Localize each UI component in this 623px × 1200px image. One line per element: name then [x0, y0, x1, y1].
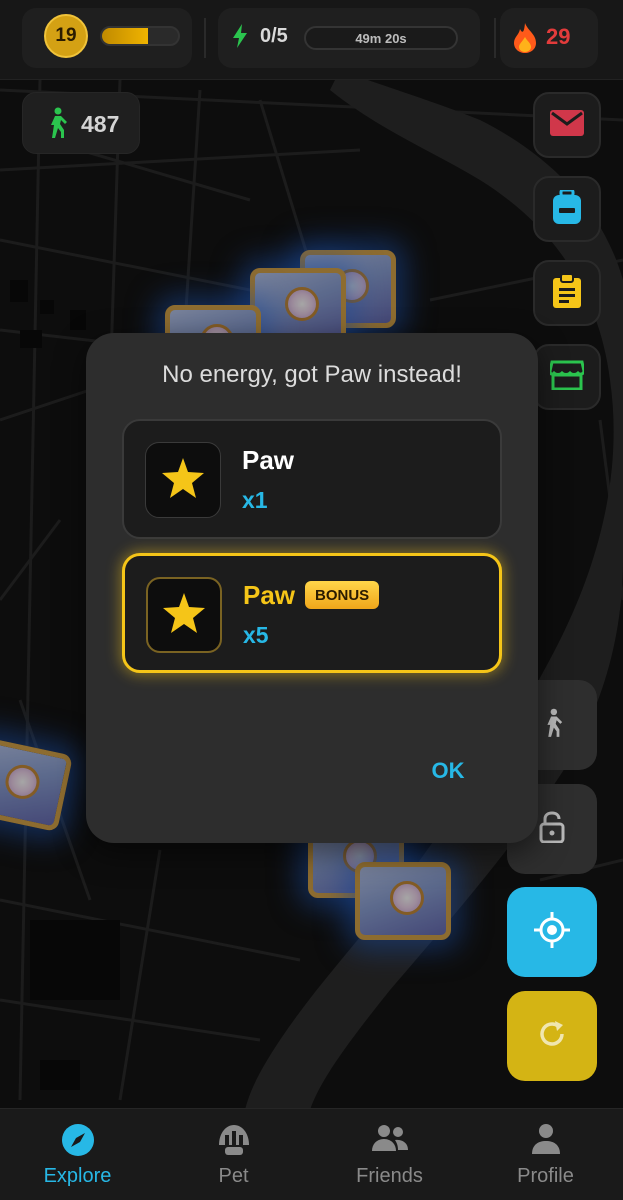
refresh-button[interactable]: [507, 991, 597, 1081]
compass-icon: [61, 1123, 95, 1162]
level-panel: 19: [22, 8, 192, 68]
mail-icon: [550, 109, 584, 141]
energy-count: 0/5: [260, 25, 288, 47]
level-badge: 19: [44, 14, 88, 58]
nav-item-profile[interactable]: Profile: [468, 1109, 623, 1200]
walking-icon: [540, 706, 564, 745]
nav-label: Explore: [43, 1165, 112, 1187]
streak-panel: 29: [500, 8, 598, 68]
streak-count: 29: [546, 24, 571, 49]
nav-label: Pet: [218, 1165, 249, 1187]
store-icon: [548, 360, 586, 395]
hud-divider: [494, 18, 496, 58]
reward-quantity: x5: [243, 622, 269, 648]
top-hud: 19 0/5 49m 20s 29: [0, 0, 623, 80]
energy-panel: 0/5 49m 20s: [218, 8, 480, 68]
ok-button[interactable]: OK: [418, 751, 478, 791]
friends-icon: [371, 1123, 409, 1158]
nav-label: Profile: [517, 1165, 574, 1187]
refresh-icon: [537, 1019, 567, 1054]
locate-button[interactable]: [507, 887, 597, 977]
mail-button[interactable]: [533, 92, 601, 158]
clipboard-icon: [553, 272, 581, 313]
xp-progress-bar: [100, 26, 180, 46]
lightning-icon: [232, 24, 248, 54]
reward-card: Paw x1: [122, 419, 502, 539]
nav-item-explore[interactable]: Explore: [0, 1109, 155, 1200]
reward-icon-box: [145, 442, 221, 518]
nav-item-friends[interactable]: Friends: [312, 1109, 467, 1200]
steps-count: 487: [81, 111, 120, 137]
app-root: 19 0/5 49m 20s 29 487 No energy, got Paw…: [0, 0, 623, 1200]
store-button[interactable]: [533, 344, 601, 410]
bottom-nav: Explore Pet Friends Profile: [0, 1108, 623, 1200]
dialog-title: No energy, got Paw instead!: [162, 361, 462, 388]
crosshair-icon: [534, 911, 570, 953]
reward-quantity: x1: [242, 487, 268, 513]
reward-dialog: No energy, got Paw instead! Paw x1 Paw B…: [86, 333, 538, 843]
nav-label: Friends: [356, 1165, 423, 1187]
steps-panel: 487: [22, 92, 140, 154]
bonus-badge: BONUS: [305, 581, 380, 609]
energy-timer: 49m 20s: [304, 26, 458, 50]
walking-icon: [43, 107, 69, 144]
flame-icon: [512, 23, 538, 58]
lock-icon: [539, 810, 565, 848]
bonus-reward-card: Paw BONUS x5: [122, 553, 502, 673]
pet-icon: [217, 1123, 251, 1162]
xp-progress-fill: [102, 28, 148, 44]
backpack-icon: [553, 188, 581, 229]
reward-name: Paw: [243, 580, 296, 610]
reward-icon-box: [146, 577, 222, 653]
profile-icon: [531, 1123, 561, 1160]
hud-divider: [204, 18, 206, 58]
reward-name: Paw: [242, 445, 295, 475]
star-icon: [162, 457, 204, 503]
quests-button[interactable]: [533, 260, 601, 326]
nav-item-pet[interactable]: Pet: [156, 1109, 311, 1200]
star-icon: [163, 592, 205, 638]
backpack-button[interactable]: [533, 176, 601, 242]
